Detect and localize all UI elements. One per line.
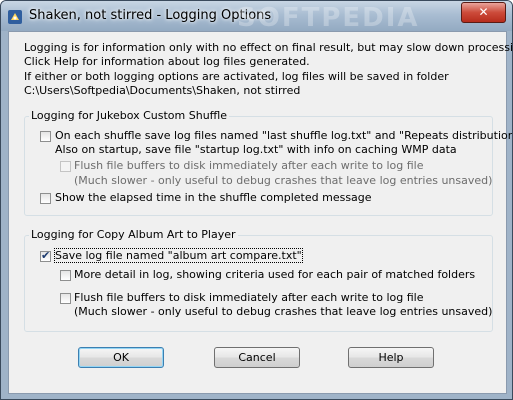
folder-path: C:\Users\Softpedia\Documents\Shaken, not…	[24, 84, 301, 97]
jukebox-group-title: Logging for Jukebox Custom Shuffle	[29, 109, 230, 122]
album-log-label: Save log file named "album art compare.t…	[54, 248, 303, 263]
jukebox-flush-note: (Much slower - only useful to debug cras…	[74, 174, 493, 187]
intro-text-2: Click Help for information about log fil…	[24, 55, 310, 68]
more-detail-label: More detail in log, showing criteria use…	[74, 268, 476, 281]
more-detail-checkbox[interactable]	[60, 270, 71, 281]
close-button[interactable]: ✕	[461, 2, 506, 23]
intro-text-3: If either or both logging options are ac…	[24, 70, 449, 83]
elapsed-time-label: Show the elapsed time in the shuffle com…	[55, 191, 372, 204]
shuffle-log-checkbox[interactable]	[40, 131, 51, 142]
album-group-title: Logging for Copy Album Art to Player	[29, 228, 238, 241]
cancel-button[interactable]: Cancel	[214, 347, 300, 368]
album-flush-checkbox[interactable]	[60, 293, 71, 304]
app-icon	[8, 10, 22, 24]
title-bar[interactable]: Shaken, not stirred - Logging Options SO…	[1, 1, 512, 33]
jukebox-flush-checkbox[interactable]	[60, 161, 71, 172]
intro-text-1: Logging is for information only with no …	[24, 41, 513, 54]
shuffle-log-label-2: Also on startup, save file "startup log.…	[55, 143, 457, 156]
dialog-body: Logging is for information only with no …	[8, 31, 512, 394]
close-icon: ✕	[478, 5, 489, 19]
shuffle-log-label: On each shuffle save log files named "la…	[55, 129, 513, 142]
dialog-window: Shaken, not stirred - Logging Options SO…	[0, 0, 513, 400]
elapsed-time-checkbox[interactable]	[40, 193, 51, 204]
ok-button[interactable]: OK	[78, 347, 164, 368]
help-button[interactable]: Help	[348, 347, 434, 368]
watermark-text: SOFTPEDIA	[237, 3, 420, 33]
album-flush-label: Flush file buffers to disk immediately a…	[74, 291, 424, 304]
window-title: Shaken, not stirred - Logging Options	[29, 8, 272, 23]
album-flush-note: (Much slower - only useful to debug cras…	[74, 305, 493, 318]
album-log-checkbox[interactable]	[40, 249, 51, 262]
jukebox-flush-label: Flush file buffers to disk immediately a…	[74, 159, 424, 172]
